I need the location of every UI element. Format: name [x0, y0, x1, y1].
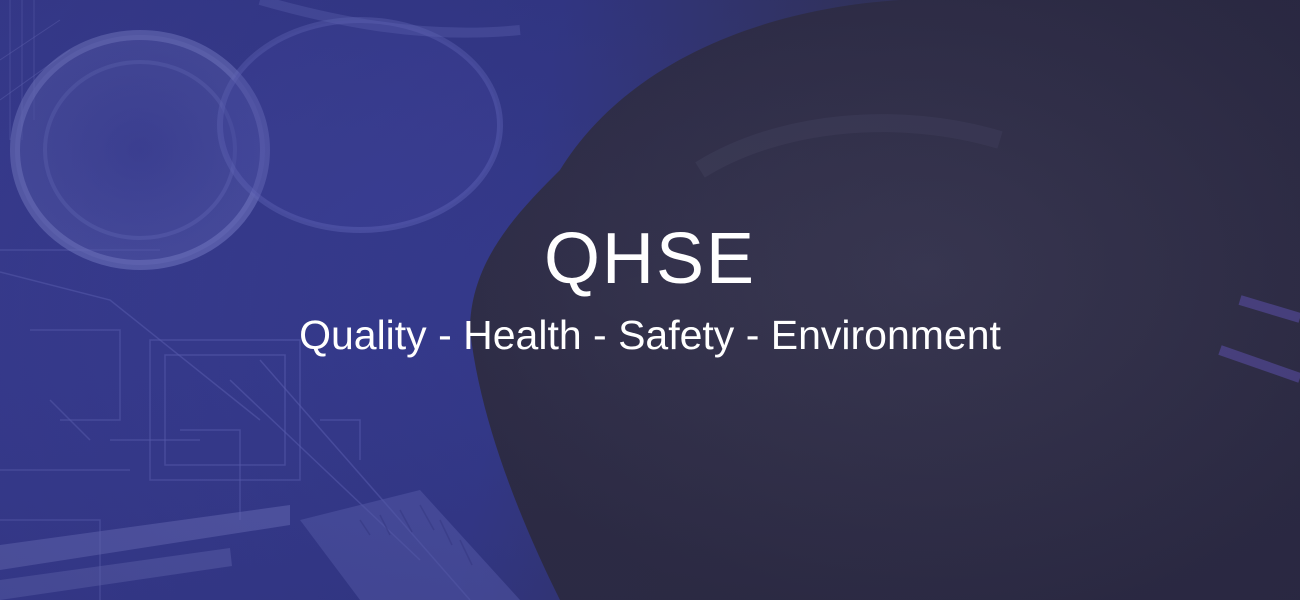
hero-subtitle: Quality - Health - Safety - Environment	[299, 312, 1001, 358]
hero-banner: QHSE Quality - Health - Safety - Environ…	[0, 0, 1300, 600]
hero-content: QHSE Quality - Health - Safety - Environ…	[0, 0, 1300, 600]
hero-title: QHSE	[543, 219, 757, 299]
